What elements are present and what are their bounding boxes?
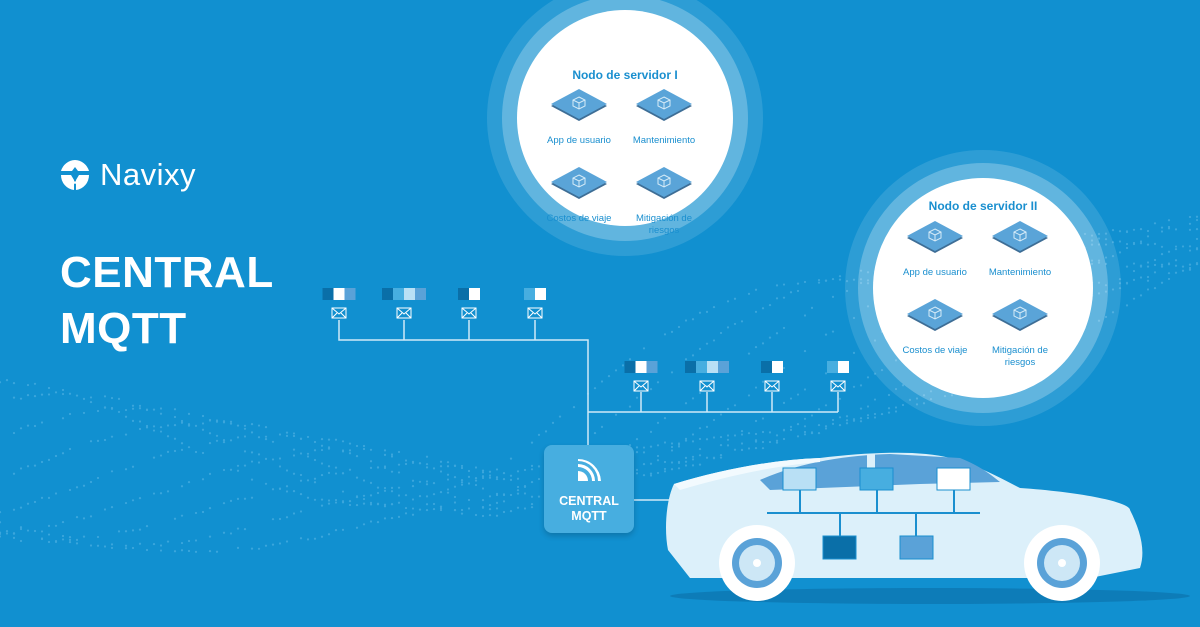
payload-block (415, 288, 426, 300)
payload-block (761, 361, 772, 373)
payload-block (772, 361, 783, 373)
payload-block (646, 361, 658, 373)
envelope-icon (396, 307, 412, 319)
payload-block (393, 288, 404, 300)
ecu-module (936, 467, 971, 491)
mqtt-message[interactable] (322, 288, 356, 319)
hub-label-line-1: CENTRAL (559, 494, 619, 508)
wireless-signal-icon (578, 459, 601, 481)
payload-block (322, 288, 334, 300)
payload-block (624, 361, 636, 373)
mqtt-message[interactable] (382, 288, 426, 319)
payload-block (458, 288, 469, 300)
ecu-module (899, 535, 934, 560)
payload-block (827, 361, 838, 373)
rear-wheel (719, 525, 795, 601)
payload-block (344, 288, 356, 300)
payload-block (333, 288, 345, 300)
mqtt-message[interactable] (524, 288, 546, 319)
envelope-icon (830, 380, 846, 392)
payload-block (382, 288, 393, 300)
central-mqtt-hub[interactable]: CENTRAL MQTT (544, 445, 634, 533)
mqtt-message[interactable] (685, 361, 729, 392)
payload-block (404, 288, 415, 300)
payload-block (696, 361, 707, 373)
mqtt-message[interactable] (761, 361, 783, 392)
payload-block (707, 361, 718, 373)
envelope-icon (331, 307, 347, 319)
payload-block (469, 288, 480, 300)
mqtt-message[interactable] (827, 361, 849, 392)
mqtt-message[interactable] (624, 361, 658, 392)
envelope-icon (699, 380, 715, 392)
payload-block (838, 361, 849, 373)
mqtt-message[interactable] (458, 288, 480, 319)
hub-label: CENTRAL MQTT (544, 494, 634, 524)
payload-block (718, 361, 729, 373)
hub-label-line-2: MQTT (571, 509, 607, 523)
envelope-icon (633, 380, 649, 392)
payload-block (524, 288, 535, 300)
payload-block (685, 361, 696, 373)
envelope-icon (461, 307, 477, 319)
payload-block (635, 361, 647, 373)
car-icon (666, 452, 1190, 604)
ecu-module (859, 467, 894, 491)
envelope-icon (764, 380, 780, 392)
ecu-module (782, 467, 817, 491)
payload-block (535, 288, 546, 300)
front-wheel (1024, 525, 1100, 601)
envelope-icon (527, 307, 543, 319)
ecu-module (822, 535, 857, 560)
